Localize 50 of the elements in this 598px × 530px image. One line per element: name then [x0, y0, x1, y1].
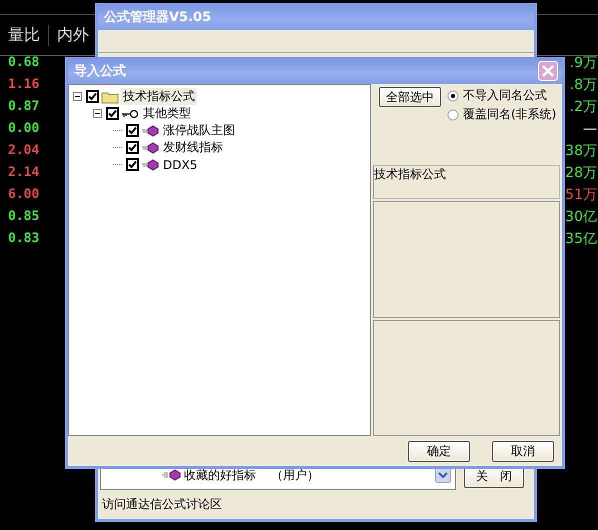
checkbox[interactable] — [126, 158, 139, 171]
table-cell-text: 0.83 — [7, 230, 40, 248]
tree-item[interactable]: 涨停战队主图 — [161, 122, 237, 139]
option-label[interactable]: 不导入同名公式 — [463, 87, 547, 104]
formula-icon — [141, 140, 159, 154]
table-cell-text: 0.68 — [7, 54, 40, 72]
table-cell-text: 0.85 — [7, 208, 40, 226]
folder-icon — [101, 90, 119, 104]
checkbox[interactable] — [126, 124, 139, 137]
tree-item[interactable]: 发财线指标 — [161, 139, 225, 156]
table-cell-text: — — [583, 120, 598, 139]
expander-icon[interactable] — [93, 109, 102, 118]
window-title: 公式管理器V5.05 — [104, 8, 212, 26]
select-all-button[interactable]: 全部选中 — [379, 87, 441, 107]
table-cell-text: 6.00 — [7, 186, 40, 204]
table-cell-text: 35亿 — [565, 230, 598, 249]
expander-icon[interactable] — [73, 92, 82, 101]
item-tag: （用户） — [271, 466, 319, 484]
table-cell-text: 1.16 — [7, 76, 40, 94]
table-cell-text: 38万 — [565, 142, 598, 161]
table-cell-text: .9万 — [570, 54, 598, 73]
formula-icon — [141, 158, 159, 172]
dialog-button[interactable]: 取消 — [492, 440, 554, 462]
tree-item[interactable]: 技术指标公式 — [121, 88, 197, 105]
info-label: 技术指标公式 — [374, 167, 446, 181]
table-cell-text: .8万 — [570, 76, 598, 95]
checkbox[interactable] — [106, 107, 119, 120]
column-header: 量比 — [0, 24, 49, 46]
checkbox[interactable] — [126, 141, 139, 154]
table-cell-text: 30亿 — [565, 208, 598, 227]
radio-button[interactable] — [447, 108, 459, 120]
table-cell-text: 2.14 — [7, 164, 40, 182]
table-cell-text: 0.87 — [7, 98, 40, 116]
table-cell-text: 2.04 — [7, 142, 40, 160]
list-item[interactable]: 收藏的好指标 — [184, 466, 256, 484]
table-cell-text: 51万 — [565, 186, 598, 205]
dialog-title: 导入公式 — [74, 62, 126, 80]
formula-icon — [141, 124, 159, 138]
status-link[interactable]: 访问通达信公式讨论区 — [98, 490, 534, 519]
dialog-button[interactable]: 确定 — [408, 440, 470, 462]
table-cell-text: .2万 — [570, 98, 598, 117]
tree-item[interactable]: DDX5 — [161, 158, 200, 172]
checkbox[interactable] — [86, 90, 99, 103]
option-label[interactable]: 覆盖同名(非系统) — [463, 106, 556, 123]
close-icon[interactable] — [538, 60, 558, 80]
formula-icon — [161, 469, 181, 481]
tree-item[interactable]: 其他类型 — [141, 105, 193, 122]
radio-button[interactable] — [447, 90, 459, 102]
table-cell-text: 28万 — [565, 164, 598, 183]
table-cell-text: 0.00 — [7, 120, 40, 138]
